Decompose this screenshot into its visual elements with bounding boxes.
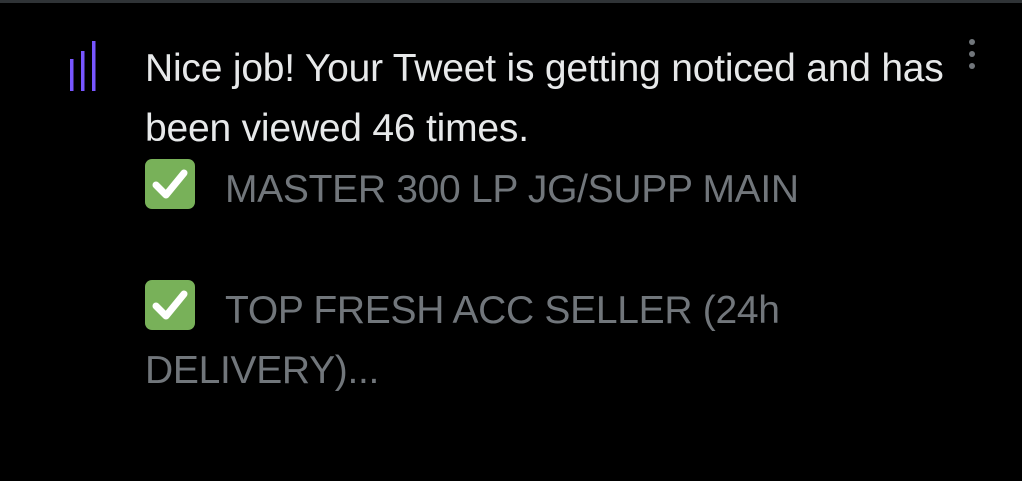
preview-line-1: MASTER 300 LP JG/SUPP MAIN (145, 159, 945, 220)
preview-text-2a: TOP FRESH ACC SELLER (24h (225, 289, 780, 332)
notification-headline: Nice job! Your Tweet is getting noticed … (145, 47, 944, 150)
preview-blank-line (145, 220, 945, 280)
notification-item[interactable]: Nice job! Your Tweet is getting noticed … (0, 3, 1022, 481)
check-mark-icon (145, 159, 195, 209)
preview-line-3: DELIVERY)... (145, 349, 380, 392)
analytics-bars-icon (70, 41, 96, 91)
tweet-preview: MASTER 300 LP JG/SUPP MAIN TOP FRESH ACC… (145, 159, 945, 401)
more-vertical-icon (969, 39, 975, 45)
check-mark-icon (145, 280, 195, 330)
preview-text-1: MASTER 300 LP JG/SUPP MAIN (225, 168, 799, 211)
more-options-button[interactable] (960, 39, 984, 79)
preview-line-2: TOP FRESH ACC SELLER (24h (145, 280, 945, 341)
notification-content: Nice job! Your Tweet is getting noticed … (145, 39, 945, 401)
